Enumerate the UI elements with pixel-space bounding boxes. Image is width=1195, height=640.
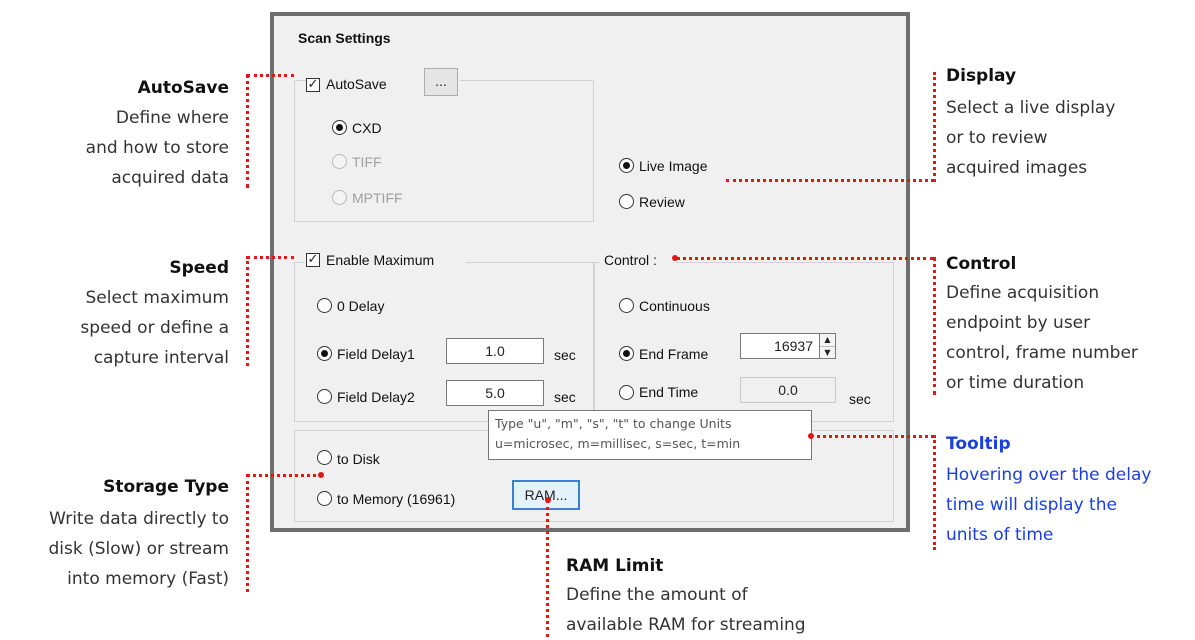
end-time-radio[interactable] [619, 385, 634, 400]
leader-dot [318, 472, 324, 478]
leader-line [246, 474, 249, 592]
leader-line [810, 435, 934, 438]
autosave-browse-button[interactable]: ... [424, 68, 458, 96]
continuous-label: Continuous [639, 298, 710, 314]
speed-annotation-text: Select maximum speed or define a capture… [80, 283, 229, 373]
to-memory-radio[interactable] [317, 491, 332, 506]
annotation-line: speed or define a [80, 318, 229, 338]
control-annotation-text: Define acquisition endpoint by user cont… [946, 278, 1138, 398]
leader-dot [808, 433, 814, 439]
annotation-line: Define the amount of [566, 585, 748, 605]
leader-line [247, 74, 294, 77]
leader-line [933, 257, 936, 395]
annotation-line: or to review [946, 128, 1048, 148]
tooltip-line: Type "u", "m", "s", "t" to change Units [495, 416, 732, 431]
display-live-image-label: Live Image [639, 158, 708, 174]
chevron-down-icon[interactable]: ▼ [820, 347, 835, 359]
annotation-line: Select a live display [946, 98, 1116, 118]
annotation-line: Define where [115, 108, 229, 128]
leader-line [933, 72, 936, 182]
panel-title: Scan Settings [298, 30, 391, 46]
format-tiff-radio[interactable] [332, 154, 347, 169]
annotation-line: time will display the [946, 495, 1117, 515]
annotation-line: or time duration [946, 373, 1085, 393]
control-title: Control : [604, 252, 657, 268]
field-delay2-label: Field Delay2 [337, 389, 415, 405]
to-memory-label: to Memory (16961) [337, 491, 456, 507]
enable-maximum-label: Enable Maximum [326, 252, 435, 268]
leader-line [247, 256, 294, 259]
annotation-line: control, frame number [946, 343, 1138, 363]
annotation-line: into memory (Fast) [67, 569, 229, 589]
format-cxd-radio[interactable] [332, 120, 347, 135]
zero-delay-radio[interactable] [317, 298, 332, 313]
annotation-line: acquired data [111, 168, 229, 188]
leader-line [246, 256, 249, 366]
tooltip-line: u=microsec, m=millisec, s=sec, t=min [495, 436, 741, 451]
format-mptiff-radio[interactable] [332, 190, 347, 205]
annotation-line: capture interval [93, 348, 229, 368]
end-time-input[interactable]: 0.0 [740, 377, 836, 403]
to-disk-radio[interactable] [317, 450, 332, 465]
end-frame-radio[interactable] [619, 346, 634, 361]
autosave-annotation-text: Define where and how to store acquired d… [86, 103, 229, 193]
end-frame-spinner[interactable]: ▲ ▼ [820, 333, 836, 359]
display-annotation-text: Select a live display or to review acqui… [946, 93, 1115, 183]
speed-annotation-title: Speed [169, 258, 229, 278]
leader-line [247, 474, 322, 477]
leader-dot [672, 255, 678, 261]
annotation-line: and how to store [85, 138, 229, 158]
annotation-line: Hovering over the delay [946, 465, 1152, 485]
leader-line [676, 257, 934, 260]
display-review-radio[interactable] [619, 194, 634, 209]
field-delay1-unit: sec [554, 347, 576, 363]
format-cxd-label: CXD [352, 120, 382, 136]
leader-line [933, 435, 936, 550]
format-mptiff-label: MPTIFF [352, 190, 403, 206]
display-annotation-title: Display [946, 66, 1017, 86]
end-time-unit: sec [849, 391, 871, 407]
field-delay2-unit: sec [554, 389, 576, 405]
annotation-line: disk (Slow) or stream [48, 539, 229, 559]
annotation-line: endpoint by user [946, 313, 1091, 333]
end-frame-input[interactable]: 16937 [740, 333, 820, 359]
annotation-line: Write data directly to [49, 509, 229, 529]
storage-annotation-title: Storage Type [103, 477, 229, 497]
leader-line [546, 500, 549, 637]
field-delay1-label: Field Delay1 [337, 346, 415, 362]
enable-maximum-checkbox[interactable]: ✓ [306, 253, 320, 267]
leader-dot [545, 497, 551, 503]
chevron-up-icon[interactable]: ▲ [820, 334, 835, 347]
display-live-image-radio[interactable] [619, 158, 634, 173]
continuous-radio[interactable] [619, 298, 634, 313]
autosave-checkbox[interactable]: ✓ [306, 78, 320, 92]
ram-annotation-title: RAM Limit [566, 556, 664, 576]
ram-annotation-text: Define the amount of available RAM for s… [566, 580, 806, 640]
field-delay1-input[interactable]: 1.0 [446, 338, 544, 364]
zero-delay-label: 0 Delay [337, 298, 385, 314]
field-delay2-radio[interactable] [317, 389, 332, 404]
field-delay1-radio[interactable] [317, 346, 332, 361]
field-delay2-input[interactable]: 5.0 [446, 380, 544, 406]
autosave-annotation-title: AutoSave [137, 78, 229, 98]
annotation-line: units of time [946, 525, 1054, 545]
control-annotation-title: Control [946, 254, 1017, 274]
annotation-line: Select maximum [85, 288, 229, 308]
annotation-line: acquired images [946, 158, 1088, 178]
end-time-label: End Time [639, 384, 699, 400]
storage-annotation-text: Write data directly to disk (Slow) or st… [49, 504, 229, 594]
end-frame-label: End Frame [639, 346, 709, 362]
units-tooltip: Type "u", "m", "s", "t" to change Units … [488, 410, 812, 460]
leader-line [726, 179, 934, 182]
annotation-line: Define acquisition [946, 283, 1100, 303]
leader-line [246, 74, 249, 188]
annotation-line: available RAM for streaming [566, 615, 806, 635]
display-review-label: Review [639, 194, 685, 210]
to-disk-label: to Disk [337, 451, 380, 467]
tooltip-annotation-title: Tooltip [946, 434, 1011, 454]
format-tiff-label: TIFF [352, 154, 382, 170]
autosave-label: AutoSave [326, 76, 387, 92]
tooltip-annotation-text: Hovering over the delay time will displa… [946, 460, 1151, 550]
